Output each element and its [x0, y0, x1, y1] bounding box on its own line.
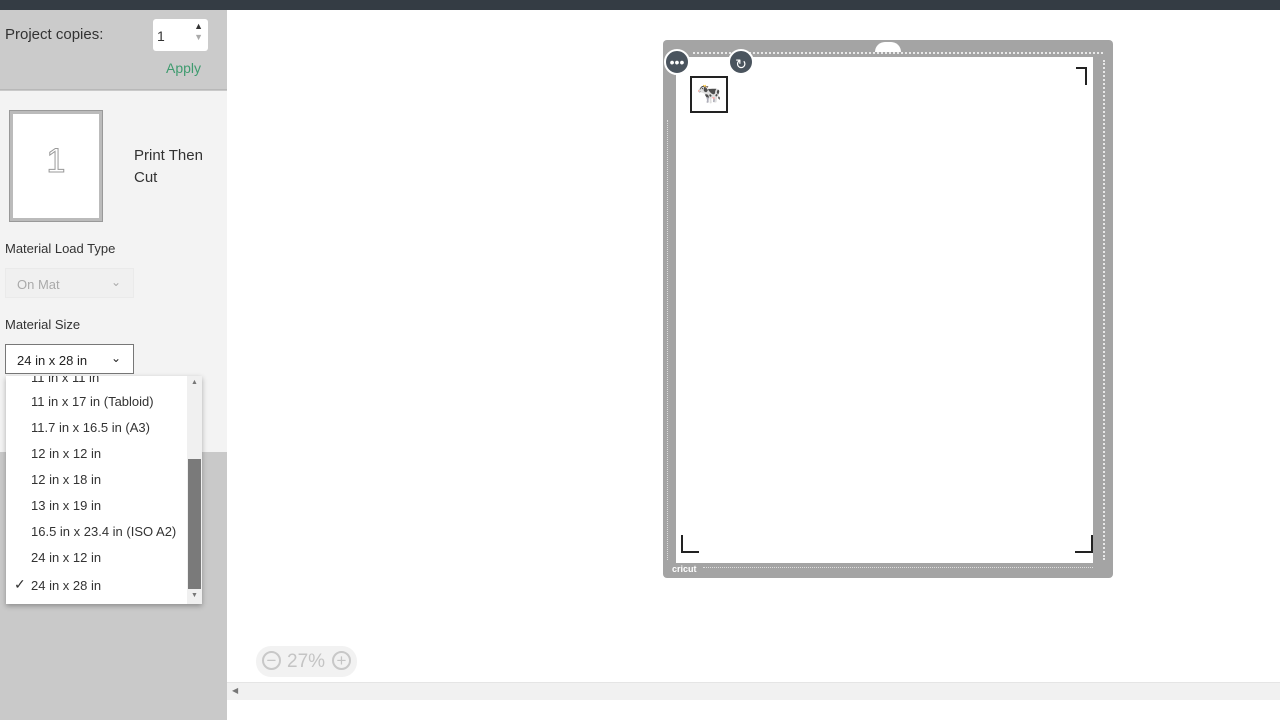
rotate-icon[interactable]: ↻	[728, 49, 754, 75]
zoom-in-icon[interactable]: +	[332, 651, 351, 670]
mat-ruler-left	[667, 120, 670, 560]
registration-mark-top-right	[1085, 67, 1087, 85]
material-size-label: Material Size	[5, 317, 81, 332]
zoom-control: − 27% +	[256, 646, 357, 677]
more-options-icon[interactable]: •••	[664, 49, 690, 75]
dropdown-option[interactable]: 11 in x 11 in	[31, 376, 99, 385]
scroll-down-icon[interactable]: ▼	[187, 592, 202, 599]
stepper-up-icon[interactable]: ▲	[194, 21, 203, 32]
dropdown-option[interactable]: 12 in x 12 in	[31, 446, 101, 461]
registration-mark-bottom-right	[1075, 535, 1093, 553]
mat-ruler-bottom	[703, 567, 1093, 568]
cutting-mat: cricut	[663, 40, 1113, 578]
apply-button[interactable]: Apply	[166, 60, 201, 76]
mat-thumbnail[interactable]: 1	[9, 110, 103, 222]
mat-canvas[interactable]	[676, 57, 1093, 563]
checkmark-icon: ✓	[14, 576, 26, 592]
registration-mark-top-right-h	[1076, 67, 1086, 69]
load-type-value: On Mat	[17, 277, 60, 292]
mat-type-label: Print Then Cut	[134, 147, 203, 186]
scrollbar-thumb[interactable]	[188, 459, 201, 589]
zoom-level: 27%	[287, 651, 326, 672]
dropdown-scrollbar[interactable]: ▲ ▼	[187, 376, 202, 604]
dropdown-option-selected[interactable]: 24 in x 28 in	[31, 578, 101, 593]
mat-number: 1	[46, 142, 66, 181]
dropdown-option[interactable]: 13 in x 19 in	[31, 498, 101, 513]
mat-ruler-right	[1103, 60, 1106, 560]
chevron-down-icon: ⌄	[110, 351, 121, 365]
material-load-type-select[interactable]: On Mat ⌄	[5, 268, 134, 298]
mat-ruler-top	[693, 52, 1103, 55]
project-copies-label: Project copies:	[5, 26, 104, 43]
project-copies-input[interactable]: 1 ▲ ▼	[153, 19, 208, 51]
zoom-out-icon[interactable]: −	[262, 651, 281, 670]
cricut-logo: cricut	[672, 564, 697, 574]
left-panel: Project copies: 1 ▲ ▼ Apply 1 Print Then …	[0, 10, 227, 720]
dropdown-option[interactable]: 16.5 in x 23.4 in (ISO A2)	[31, 524, 176, 539]
dropdown-option[interactable]: 24 in x 12 in	[31, 550, 101, 565]
material-size-value: 24 in x 28 in	[17, 353, 88, 368]
material-size-select[interactable]: 24 in x 28 in ⌄	[5, 344, 134, 374]
title-bar	[0, 0, 1280, 10]
project-copies-section: Project copies: 1 ▲ ▼ Apply	[0, 10, 227, 90]
dropdown-option[interactable]: 11.7 in x 16.5 in (A3)	[31, 420, 150, 435]
dropdown-option[interactable]: 12 in x 18 in	[31, 472, 101, 487]
scroll-up-icon[interactable]: ▲	[187, 379, 202, 386]
registration-mark-bottom-left	[681, 535, 699, 553]
stepper-down-icon[interactable]: ▼	[194, 32, 203, 43]
copies-stepper[interactable]: ▲ ▼	[194, 21, 203, 43]
project-copies-value: 1	[157, 28, 165, 44]
cow-image[interactable]: 🐄	[690, 76, 728, 113]
chevron-down-icon: ⌄	[110, 275, 121, 289]
horizontal-scrollbar[interactable]: ◀	[227, 682, 1280, 700]
dropdown-option[interactable]: 11 in x 17 in (Tabloid)	[31, 394, 154, 409]
material-size-dropdown: 11 in x 11 in 11 in x 17 in (Tabloid) 11…	[6, 376, 202, 604]
scroll-left-icon[interactable]: ◀	[232, 686, 238, 695]
mat-notch	[875, 42, 901, 52]
material-load-type-label: Material Load Type	[5, 241, 116, 256]
